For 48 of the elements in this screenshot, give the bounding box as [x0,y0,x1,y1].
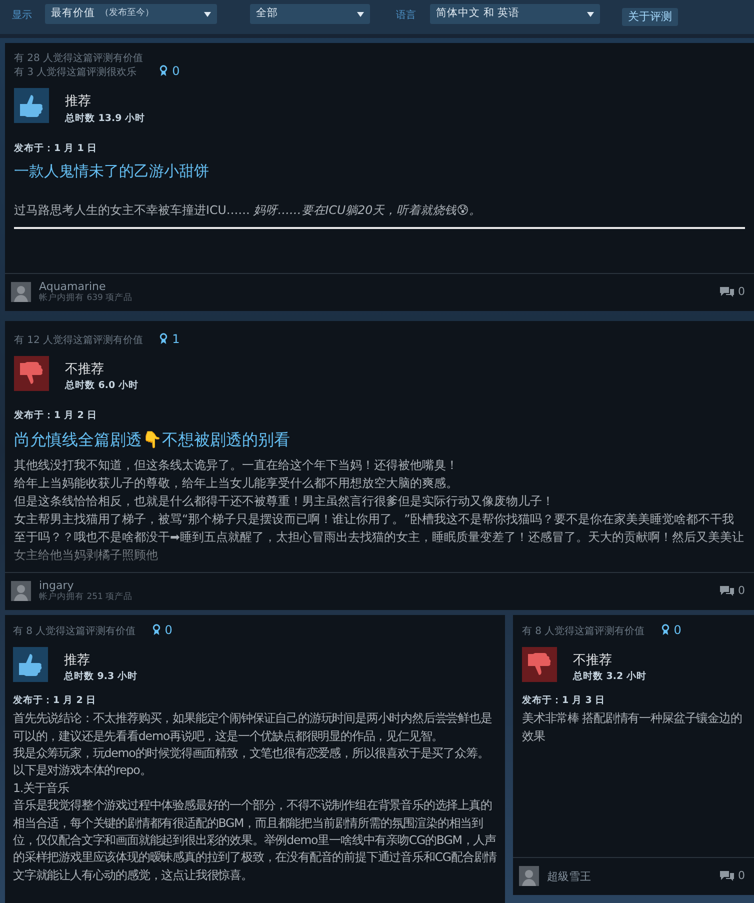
filter-dropdown[interactable]: 全部 [250,4,370,24]
review-text: 首先先说结论：不太推荐购买，如果能定个闹钟保证自己的游玩时间是两小时内然后尝尝鲜也是可以的，建议还是先看看demo再说吧，这是一个优缺点都很明显的作品，见仁见智。 [13,710,493,744]
posted-date: 发布于：1 月 1 日 [14,142,98,156]
award-count: 0 [164,622,172,638]
recommendation-label: 推荐 [64,652,91,670]
review-text: 以下是对游戏本体的repo。 [13,762,152,780]
helpful-count: 有 12 人觉得这篇评测有价值 [14,334,144,348]
posted-date: 发布于：1 月 3 日 [522,694,606,708]
author-name[interactable]: 超級雪王 [547,870,712,882]
review-title[interactable]: 一款人鬼情未了的乙游小甜饼 [14,160,745,182]
playtime-text: 总时数 9.3 小时 [64,670,138,684]
review-text: 我是众筹玩家，玩demo的时候觉得画面精致，文笔也很有恋爱感，所以很喜欢于是买了众筹。 [13,744,490,762]
filter-dropdown[interactable]: 最有价值 （发布至今） [45,4,217,24]
filter-dropdown[interactable]: 简体中文 和 英语 [430,4,600,24]
helpful-count: 有 3 人觉得这篇评测很欢乐 [14,66,138,80]
review-text: 但是这条线恰恰相反，也就是什么都得干还不被尊重！男主虽然言行很爹但是实际行动又像废物儿子！ [14,492,555,510]
recommendation-label: 不推荐 [573,652,613,670]
award-count: 1 [172,330,180,348]
review-text: 过马路思考人生的女主不幸被车撞进ICU…… 妈呀……要在ICU躺20天，听着就烧钱😰。 [14,202,482,218]
helpful-count: 有 28 人觉得这篇评测有价值 [14,52,144,66]
filter-label: 显示 [12,9,33,23]
recommendation-label: 不推荐 [65,360,105,378]
award-count: 0 [172,63,180,80]
review-text: 美术非常棒 搭配剧情有一种屎盆子镶金边的效果 [522,710,743,744]
author-name[interactable]: ingary [39,579,712,592]
posted-date: 发布于：1 月 2 日 [14,409,98,424]
helpful-count: 有 8 人觉得这篇评测有价值 [13,624,136,638]
review-text: 1.关于音乐 [13,780,70,797]
playtime-text: 总时数 3.2 小时 [573,670,646,684]
playtime-text: 总时数 6.0 小时 [65,379,138,393]
review-text: 女主帮男主找猫用了梯子，被骂“那个梯子只是摆设而已啊！谁让你用了。”卧槽我这不是帮你找猫吗？要不是你在家美美睡觉啥都不干我至于吗？？哦也不是啥都没干➡睡到五点就醒了，太担心冒雨出去找猫的女主，睡眠质量变差了！还感冒了。天大的贡献啊！然后又美美让女主给他当妈剥橘子照顾他 [14,510,745,564]
recommendation-label: 推荐 [65,93,92,111]
award-count: 0 [674,622,682,638]
helpful-count: 有 8 人觉得这篇评测有价值 [522,624,645,638]
review-text: 音乐是我觉得整个游戏过程中体验感最好的一个部分，不得不说制作组在背景音乐的选择上真的相当合适，每个关键的剧情都有很适配的BGM，而且都能把当前剧情所需的氛围渲染的相当到位，仅仅配合文字和画面就能起到很出彩的效果。举例demo里一啥线中有亲吻CG的BGM，人声的采样把游戏里应该体现的暧昧感真的拉到了极致，在没有配音的前提下通过音乐和CG配合剧情文字就能让人有心动的感觉，这点让我很惊喜。 [13,797,498,884]
about-reviews-button[interactable]: 关于评测 [622,8,678,26]
review-title[interactable]: 尚允慎线全篇剧透👇不想被剧透的别看 [14,428,745,452]
comment-count: 0 [738,284,745,300]
comment-count: 0 [738,868,745,884]
review-text: 其他线没打我不知道，但这条线太诡异了。一直在给这个年下当妈！还得被他嘴臭！ [14,456,459,474]
playtime-text: 总时数 13.9 小时 [65,112,146,126]
comment-count: 0 [738,582,745,599]
product-count: 帐户内拥有 639 项产品 [39,293,134,304]
posted-date: 发布于：1 月 2 日 [13,694,98,708]
product-count: 帐户内拥有 251 项产品 [39,592,134,603]
review-text: 给年上当妈能收获儿子的尊敬，给年上当女儿能享受什么都不用想放空大脑的爽感。 [14,474,459,492]
filter-label: 语言 [396,8,417,23]
author-name[interactable]: Aquamarine [39,280,712,293]
